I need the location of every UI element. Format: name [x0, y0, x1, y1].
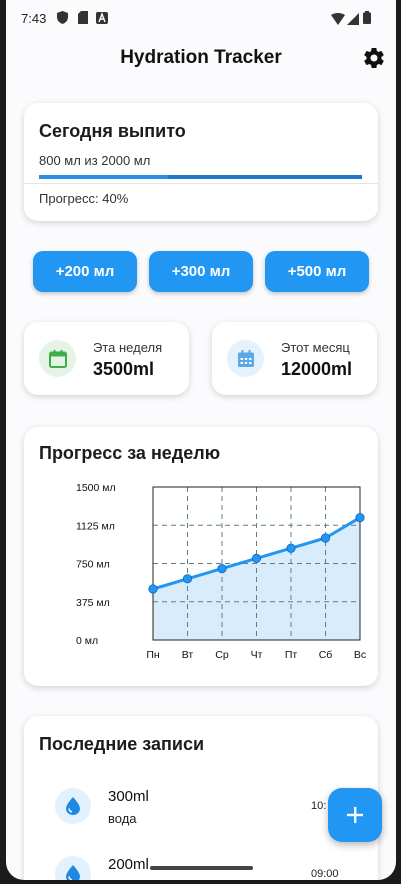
home-indicator[interactable]: [150, 866, 253, 870]
divider: [24, 183, 378, 184]
add-300-button[interactable]: +300 мл: [149, 251, 253, 292]
data-point: [320, 533, 331, 543]
x-tick-label: Пт: [285, 649, 298, 661]
water-drop-icon: [55, 788, 91, 824]
data-point: [182, 574, 193, 584]
app-title: Hydration Tracker: [120, 47, 282, 68]
shield-icon: [57, 11, 68, 29]
week-stat-value: 3500ml: [93, 359, 155, 379]
week-stat-label: Эта неделя: [93, 340, 163, 355]
app-bar: Hydration Tracker: [6, 36, 396, 80]
y-tick-label: 1125 мл: [76, 520, 115, 532]
data-point: [286, 543, 296, 553]
add-200-button[interactable]: +200 мл: [33, 251, 137, 292]
data-point: [217, 564, 227, 574]
sd-card-icon: [78, 11, 88, 29]
app-screen: 7:43 Hydration Tracker Сегодня выпито 80…: [6, 0, 396, 880]
today-progress-text: Прогресс: 40%: [39, 191, 129, 206]
today-card: Сегодня выпито 800 мл из 2000 мл Прогрес…: [24, 103, 378, 221]
x-tick-label: Чт: [251, 649, 263, 661]
today-title: Сегодня выпито: [39, 121, 186, 141]
week-stat-card: Эта неделя 3500ml: [24, 322, 189, 395]
plus-icon: [347, 807, 363, 823]
month-stat-card: Этот месяц 12000ml: [212, 322, 377, 395]
calendar-month-icon: [227, 340, 264, 377]
y-tick-label: 0 мл: [76, 635, 98, 647]
x-tick-label: Сб: [319, 649, 333, 661]
add-500-button[interactable]: +500 мл: [265, 251, 369, 292]
list-item[interactable]: 300ml вода 10:: [24, 788, 378, 838]
x-tick-label: Вт: [182, 649, 194, 661]
add-entry-fab[interactable]: [328, 788, 382, 842]
y-tick-label: 375 мл: [76, 597, 110, 609]
calendar-icon: [39, 340, 76, 377]
month-stat-value: 12000ml: [281, 359, 353, 379]
status-time: 7:43: [21, 11, 47, 26]
data-point: [251, 553, 262, 563]
y-tick-label: 750 мл: [76, 559, 110, 571]
water-drop-icon: [55, 856, 91, 880]
entry-kind: вода: [108, 811, 137, 826]
weekly-chart: 0 мл 375 мл 750 мл 1125 мл 1500 мл Пн Вт Ср Чт Пт…: [76, 482, 366, 661]
recent-entries-card: Последние записи 300ml вода 10: 200ml 09…: [24, 716, 378, 880]
cell-signal-icon: [347, 12, 359, 30]
y-tick-label: 1500 мл: [76, 482, 116, 494]
data-point: [148, 584, 158, 594]
app-notification-icon: [96, 11, 108, 29]
today-progress-bar: [39, 175, 362, 179]
gear-icon[interactable]: [362, 46, 386, 70]
wifi-icon: [331, 12, 345, 30]
weekly-progress-card: Прогресс за неделю 0 мл 375 мл 750 мл 1125 …: [24, 427, 378, 686]
status-bar: 7:43: [6, 0, 396, 36]
month-stat-label: Этот месяц: [281, 340, 350, 355]
entry-time: 10:: [311, 800, 327, 812]
recent-title: Последние записи: [39, 734, 205, 754]
entry-amount: 200ml: [108, 856, 149, 873]
x-tick-label: Вс: [354, 649, 366, 661]
today-summary: 800 мл из 2000 мл: [39, 153, 151, 168]
data-point: [355, 513, 365, 523]
entry-time: 09:00: [311, 868, 339, 880]
x-tick-label: Ср: [215, 649, 229, 661]
entry-amount: 300ml: [108, 788, 149, 805]
battery-icon: [363, 11, 371, 29]
x-tick-label: Пн: [146, 649, 160, 661]
today-progress-fill: [39, 175, 169, 179]
